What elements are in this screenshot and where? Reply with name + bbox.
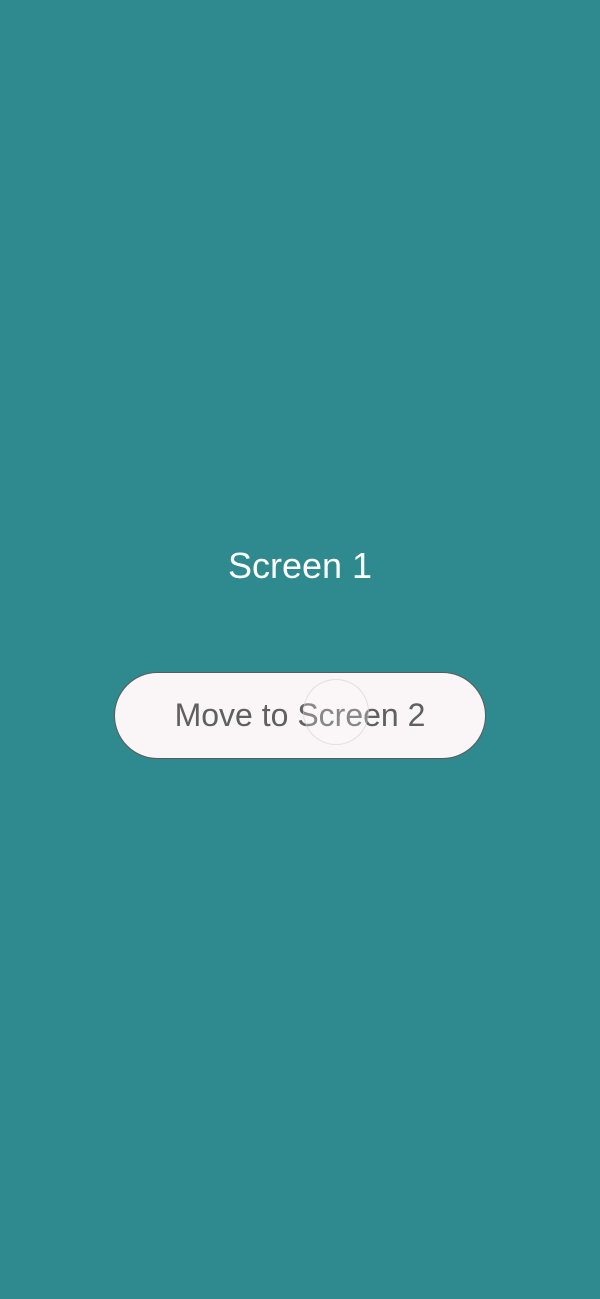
screen-title: Screen 1: [228, 545, 372, 587]
move-to-screen-2-button[interactable]: Move to Screen 2: [114, 672, 487, 759]
screen-content: Screen 1 Move to Screen 2: [0, 545, 600, 759]
button-label: Move to Screen 2: [175, 697, 426, 733]
